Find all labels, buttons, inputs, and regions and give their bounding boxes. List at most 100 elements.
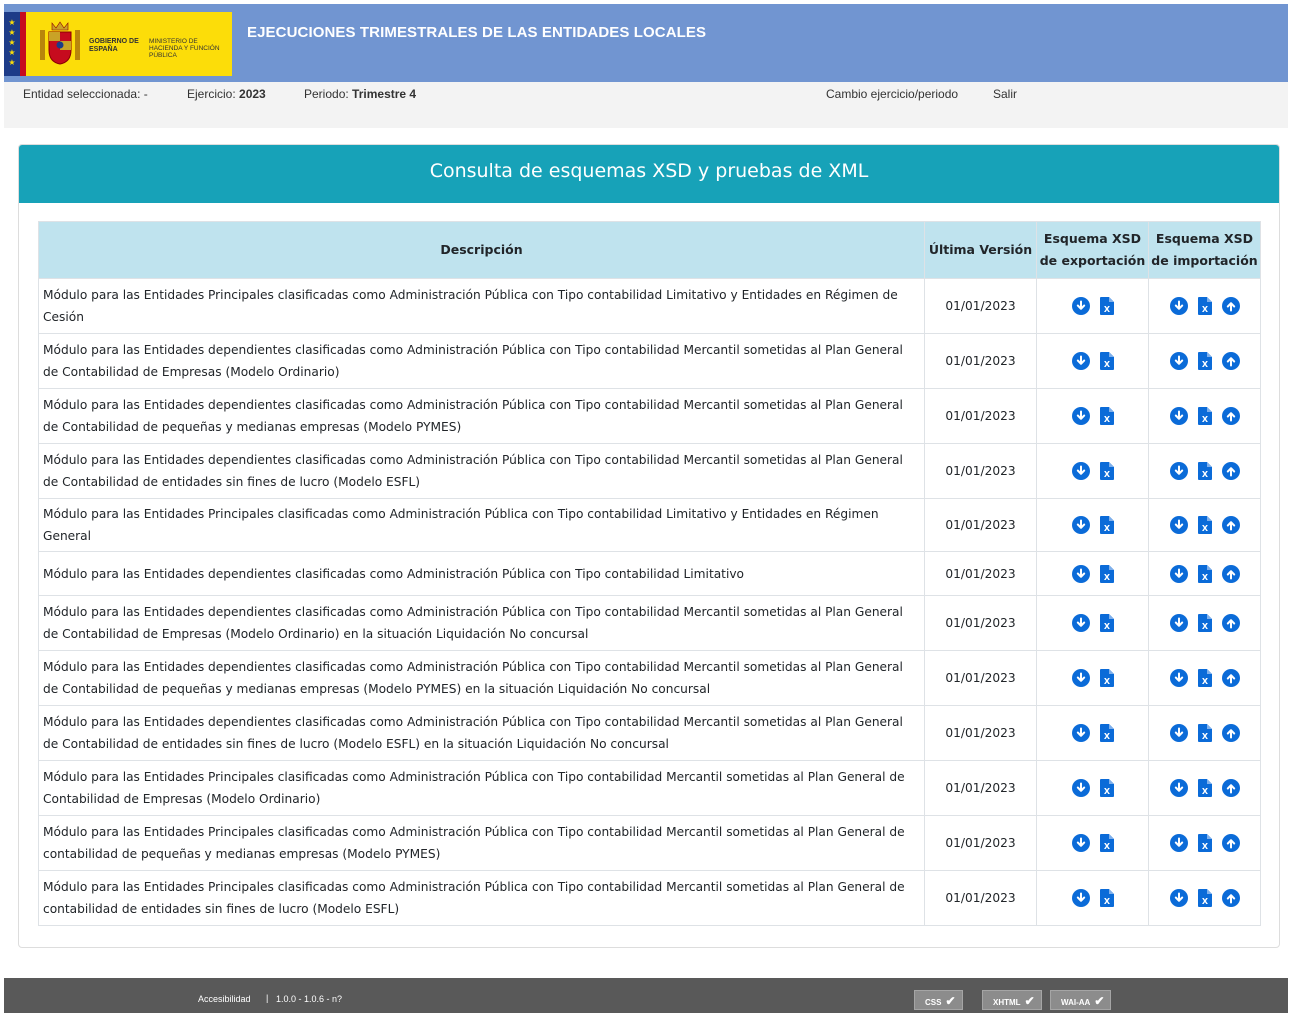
xsd-import-file-icon[interactable]: X — [1197, 724, 1212, 742]
xsd-export-file-icon[interactable]: X — [1099, 297, 1114, 315]
download-export-icon[interactable] — [1071, 462, 1090, 480]
xsd-export-file-icon[interactable]: X — [1099, 462, 1114, 480]
check-icon: ✔ — [1094, 994, 1105, 1008]
xsd-export-file-icon[interactable]: X — [1099, 352, 1114, 370]
xhtml-badge[interactable]: XHTML ✔ — [982, 990, 1042, 1010]
svg-text:X: X — [1201, 677, 1208, 686]
svg-text:X: X — [1201, 787, 1208, 796]
download-export-icon[interactable] — [1071, 564, 1090, 583]
download-import-icon[interactable] — [1169, 352, 1188, 370]
salir-link[interactable]: Salir — [993, 87, 1017, 101]
download-export-icon[interactable] — [1071, 669, 1090, 687]
download-import-icon[interactable] — [1169, 669, 1188, 687]
table-header-row: Descripción Última Versión Esquema XSD de… — [38, 221, 1261, 279]
download-import-icon[interactable] — [1169, 462, 1188, 480]
footer-separator: | — [266, 993, 269, 1003]
import-actions: X — [1148, 815, 1261, 871]
xsd-import-file-icon[interactable]: X — [1197, 614, 1212, 632]
row-description: Módulo para las Entidades Principales cl… — [38, 760, 925, 816]
download-export-icon[interactable] — [1071, 516, 1090, 534]
upload-xml-icon[interactable] — [1221, 889, 1240, 907]
css-badge[interactable]: CSS ✔ — [914, 990, 963, 1010]
download-export-icon[interactable] — [1071, 614, 1090, 632]
import-actions: X — [1148, 705, 1261, 761]
export-actions: X — [1036, 705, 1149, 761]
xsd-export-file-icon[interactable]: X — [1099, 516, 1114, 534]
xsd-export-file-icon[interactable]: X — [1099, 889, 1114, 907]
xsd-import-file-icon[interactable]: X — [1197, 462, 1212, 480]
svg-text:X: X — [1201, 732, 1208, 741]
download-import-icon[interactable] — [1169, 407, 1188, 425]
download-import-icon[interactable] — [1169, 564, 1188, 583]
xsd-export-file-icon[interactable]: X — [1099, 614, 1114, 632]
download-export-icon[interactable] — [1071, 834, 1090, 852]
xsd-export-file-icon[interactable]: X — [1099, 779, 1114, 797]
cambio-ejercicio-link[interactable]: Cambio ejercicio/periodo — [826, 87, 958, 101]
row-description: Módulo para las Entidades dependientes c… — [38, 595, 925, 651]
svg-text:X: X — [1103, 732, 1110, 741]
xsd-export-file-icon[interactable]: X — [1099, 724, 1114, 742]
upload-xml-icon[interactable] — [1221, 669, 1240, 687]
download-import-icon[interactable] — [1169, 834, 1188, 852]
upload-xml-icon[interactable] — [1221, 614, 1240, 632]
table-row: Módulo para las Entidades dependientes c… — [38, 705, 1261, 761]
app-header: ★ ★ ★ ★ ★ GOBIERNO DE ESPAÑA MINISTERIO DE H… — [4, 4, 1288, 82]
xsd-export-file-icon[interactable]: X — [1099, 834, 1114, 852]
xsd-import-file-icon[interactable]: X — [1197, 407, 1212, 425]
download-export-icon[interactable] — [1071, 352, 1090, 370]
download-import-icon[interactable] — [1169, 614, 1188, 632]
xsd-export-file-icon[interactable]: X — [1099, 669, 1114, 687]
download-export-icon[interactable] — [1071, 724, 1090, 742]
row-description: Módulo para las Entidades dependientes c… — [38, 388, 925, 444]
xsd-export-file-icon[interactable]: X — [1099, 564, 1114, 583]
app-title: EJECUCIONES TRIMESTRALES DE LAS ENTIDADE… — [247, 24, 707, 41]
upload-xml-icon[interactable] — [1221, 516, 1240, 534]
upload-xml-icon[interactable] — [1221, 834, 1240, 852]
xsd-import-file-icon[interactable]: X — [1197, 564, 1212, 583]
table-row: Módulo para las Entidades Principales cl… — [38, 278, 1261, 334]
upload-xml-icon[interactable] — [1221, 407, 1240, 425]
table-row: Módulo para las Entidades Principales cl… — [38, 498, 1261, 552]
download-export-icon[interactable] — [1071, 297, 1090, 315]
gobierno-logo[interactable]: ★ ★ ★ ★ ★ GOBIERNO DE ESPAÑA MINISTERIO DE H… — [4, 12, 232, 76]
xsd-import-file-icon[interactable]: X — [1197, 834, 1212, 852]
download-import-icon[interactable] — [1169, 889, 1188, 907]
row-version: 01/01/2023 — [924, 551, 1037, 596]
xsd-import-file-icon[interactable]: X — [1197, 669, 1212, 687]
xsd-export-file-icon[interactable]: X — [1099, 407, 1114, 425]
logo-gobierno-text: GOBIERNO DE ESPAÑA — [89, 38, 139, 53]
download-export-icon[interactable] — [1071, 779, 1090, 797]
svg-text:X: X — [1103, 573, 1110, 582]
export-actions: X — [1036, 815, 1149, 871]
upload-xml-icon[interactable] — [1221, 297, 1240, 315]
upload-xml-icon[interactable] — [1221, 564, 1240, 583]
row-version: 01/01/2023 — [924, 498, 1037, 552]
upload-xml-icon[interactable] — [1221, 352, 1240, 370]
export-actions: X — [1036, 498, 1149, 552]
coat-of-arms-icon — [40, 21, 80, 65]
xsd-import-file-icon[interactable]: X — [1197, 779, 1212, 797]
xsd-import-file-icon[interactable]: X — [1197, 297, 1212, 315]
wai-aa-badge[interactable]: WAI-AA ✔ — [1050, 990, 1112, 1010]
download-export-icon[interactable] — [1071, 889, 1090, 907]
xsd-import-file-icon[interactable]: X — [1197, 516, 1212, 534]
upload-xml-icon[interactable] — [1221, 724, 1240, 742]
check-icon: ✔ — [1024, 994, 1035, 1008]
export-actions: X — [1036, 650, 1149, 706]
upload-xml-icon[interactable] — [1221, 462, 1240, 480]
row-description: Módulo para las Entidades Principales cl… — [38, 870, 925, 926]
export-actions: X — [1036, 870, 1149, 926]
download-import-icon[interactable] — [1169, 724, 1188, 742]
accesibilidad-link[interactable]: Accesibilidad — [198, 994, 251, 1004]
download-import-icon[interactable] — [1169, 516, 1188, 534]
xsd-import-file-icon[interactable]: X — [1197, 889, 1212, 907]
xsd-panel: Consulta de esquemas XSD y pruebas de XM… — [18, 144, 1280, 948]
svg-text:X: X — [1103, 524, 1110, 533]
footer: Accesibilidad | 1.0.0 - 1.0.6 - n? CSS ✔ … — [4, 978, 1288, 1013]
eu-flag-strip: ★ ★ ★ ★ ★ — [4, 12, 20, 76]
download-import-icon[interactable] — [1169, 779, 1188, 797]
xsd-import-file-icon[interactable]: X — [1197, 352, 1212, 370]
upload-xml-icon[interactable] — [1221, 779, 1240, 797]
download-export-icon[interactable] — [1071, 407, 1090, 425]
download-import-icon[interactable] — [1169, 297, 1188, 315]
